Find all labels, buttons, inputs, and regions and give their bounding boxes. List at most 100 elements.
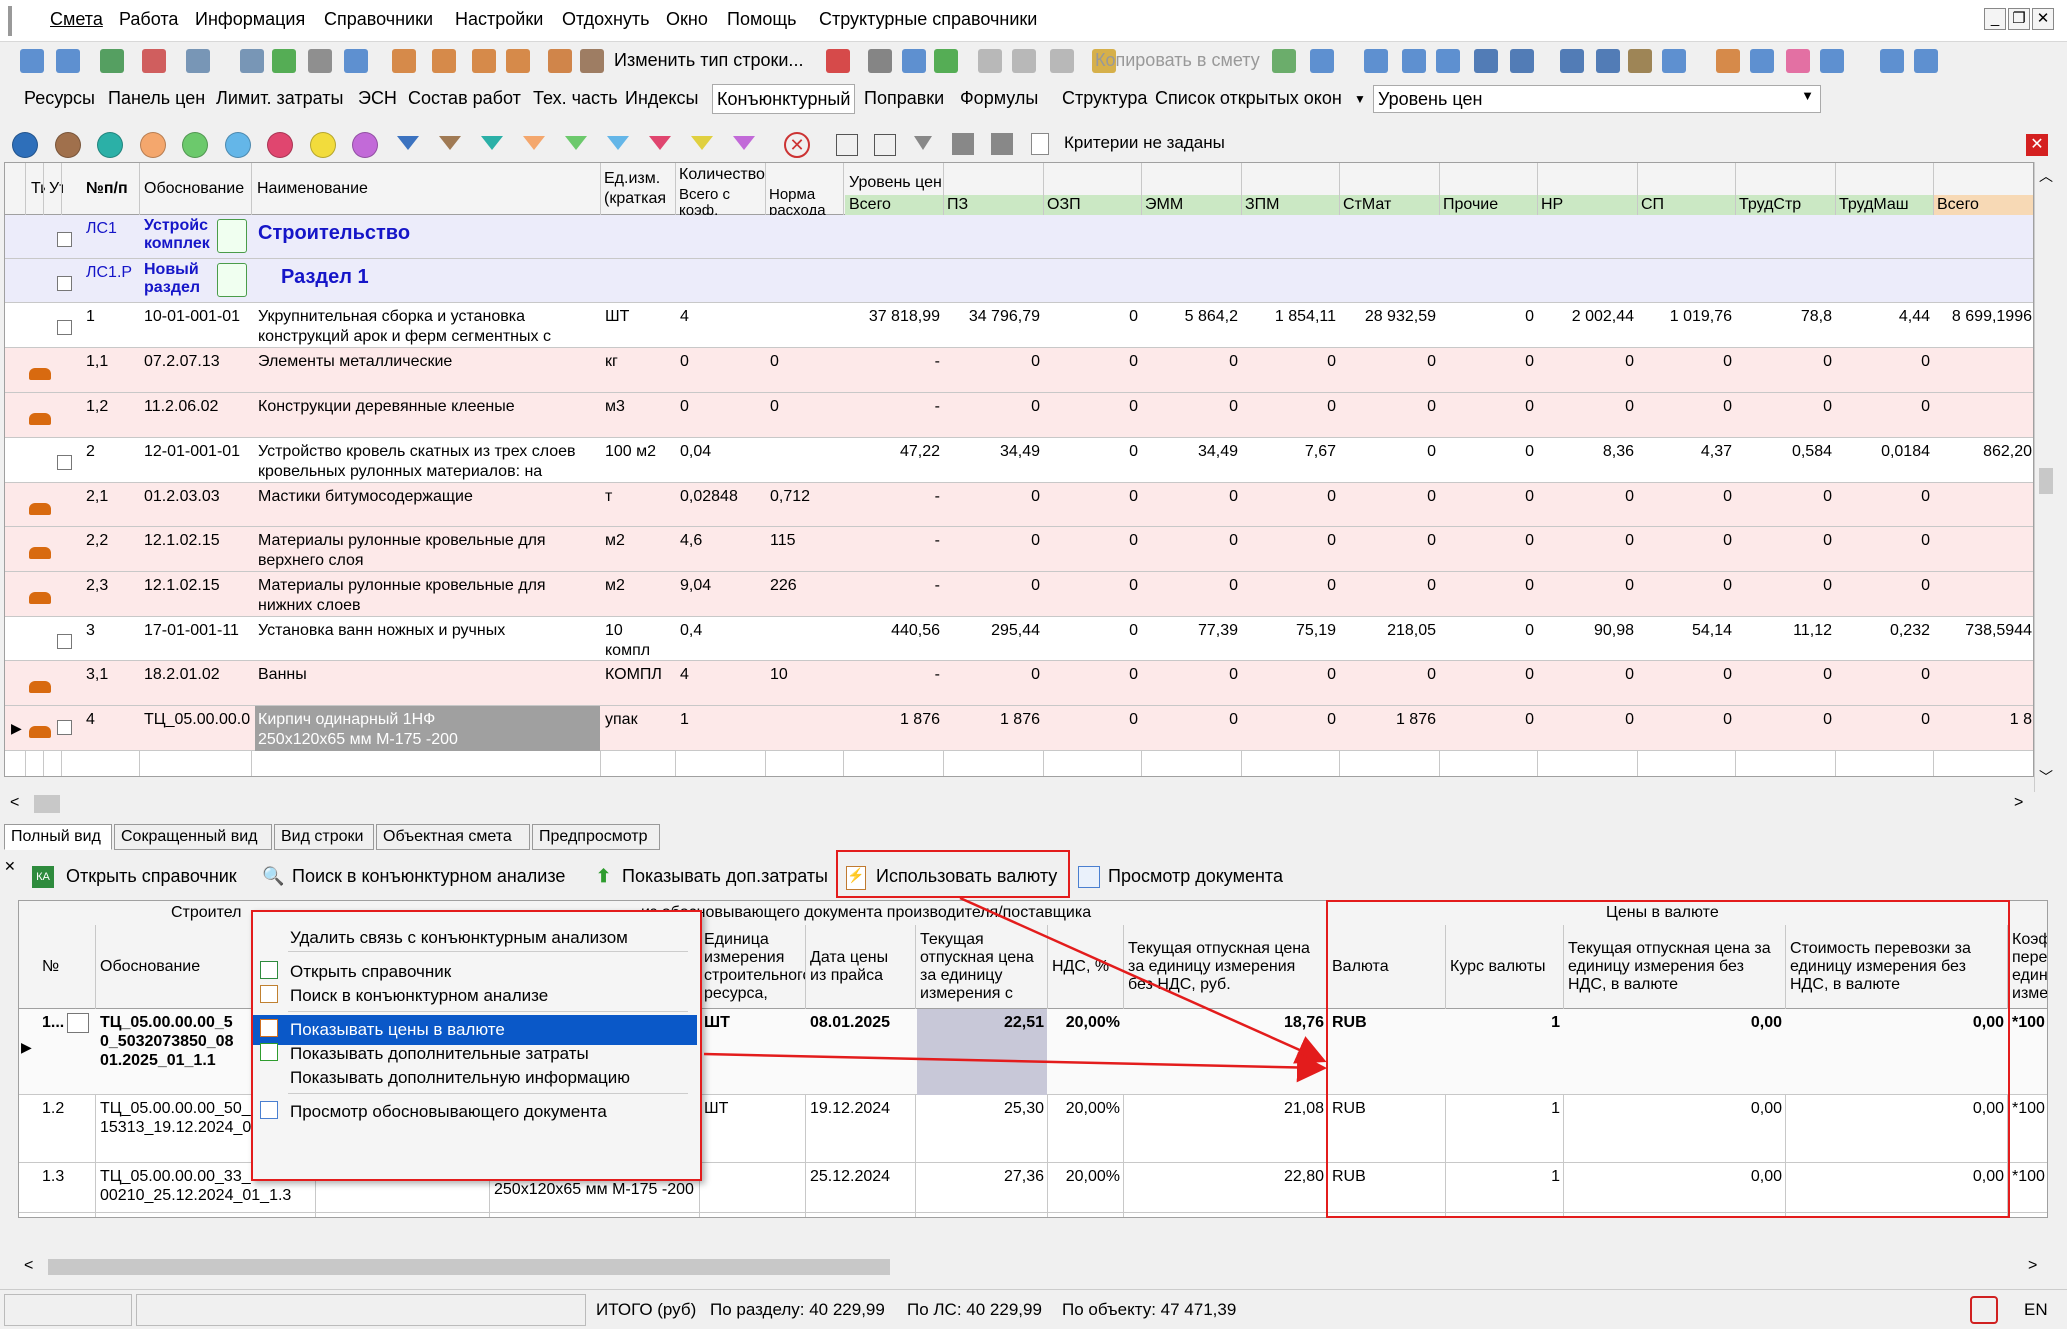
- toolbar-icon-13[interactable]: [548, 49, 572, 73]
- col-header-qty-norm[interactable]: Норма расхода: [765, 187, 843, 215]
- toolbar-icon-27[interactable]: [1436, 49, 1460, 73]
- col-header-11[interactable]: Всего: [1933, 195, 2033, 217]
- toolbar-icon-6[interactable]: [272, 49, 296, 73]
- row-checkbox[interactable]: [57, 276, 72, 291]
- row-checkbox[interactable]: [57, 320, 72, 335]
- menu-item-8[interactable]: Структурные справочники: [819, 9, 1037, 30]
- menu-item-6[interactable]: Окно: [666, 9, 708, 30]
- table-row[interactable]: 2 12-01-001-01 Устройство кровель скатных …: [5, 438, 2033, 483]
- color-filter-circle-8[interactable]: [352, 132, 378, 158]
- table-row[interactable]: 3 17-01-001-11 Установка ванн ножных и руч…: [5, 617, 2033, 661]
- color-filter-circle-3[interactable]: [139, 132, 166, 158]
- minimize-icon[interactable]: _: [1984, 8, 2006, 30]
- toolbar-icon-28[interactable]: [1474, 49, 1498, 73]
- toolbar-icon-19[interactable]: [978, 49, 1002, 73]
- toolbar-icon-18[interactable]: [934, 49, 958, 73]
- lower-scroll-left-icon[interactable]: <: [24, 1257, 33, 1275]
- toolbar-icon-30[interactable]: [1560, 49, 1584, 73]
- show-extra-costs-button[interactable]: Показывать доп.затраты: [622, 866, 828, 887]
- col-header-0[interactable]: Всего: [845, 195, 943, 217]
- copy-to-estimate-button[interactable]: Копировать в смету: [1095, 50, 1260, 71]
- scroll-right-icon[interactable]: >: [2014, 794, 2023, 812]
- vertical-scrollbar[interactable]: ︿ ﹀: [2034, 162, 2058, 792]
- toolbar-icon-4[interactable]: [186, 49, 210, 73]
- col-header-7[interactable]: НР: [1537, 195, 1637, 217]
- close-icon[interactable]: ✕: [2032, 8, 2054, 30]
- toolbar-icon-1[interactable]: [56, 49, 80, 73]
- menu-item-4[interactable]: Настройки: [455, 9, 543, 30]
- tab-0[interactable]: Ресурсы: [24, 88, 95, 109]
- close-panel-icon[interactable]: ✕: [4, 858, 16, 875]
- open-windows-chevron-icon[interactable]: ▼: [1354, 92, 1366, 106]
- tab-5[interactable]: Тех. часть: [533, 88, 618, 109]
- tab-2[interactable]: Лимит. затраты: [216, 88, 343, 109]
- scroll-left-icon[interactable]: <: [10, 794, 19, 812]
- toolbar-icon-29[interactable]: [1510, 49, 1534, 73]
- table-row[interactable]: 2,1 01.2.03.03 Мастики битумосодержащие т 0,…: [5, 483, 2033, 527]
- toolbar-icon-35[interactable]: [1750, 49, 1774, 73]
- table-row[interactable]: 2,2 12.1.02.15 Материалы рулонные кровельн…: [5, 527, 2033, 572]
- toolbar-icon-17[interactable]: [902, 49, 926, 73]
- table-row[interactable]: 1,1 07.2.07.13 Элементы металлические кг 0 0 -…: [5, 348, 2033, 393]
- color-filter-circle-4[interactable]: [182, 132, 208, 158]
- tab-9[interactable]: Формулы: [960, 88, 1038, 109]
- toolbar-icon-15[interactable]: [826, 49, 850, 73]
- toolbar-icon-33[interactable]: [1662, 49, 1686, 73]
- toolbar-icon-34[interactable]: [1716, 49, 1740, 73]
- menu-item-1[interactable]: Работа: [119, 9, 178, 30]
- tab-1[interactable]: Панель цен: [108, 88, 205, 109]
- toolbar-icon-37[interactable]: [1820, 49, 1844, 73]
- view-tab-4[interactable]: Предпросмотр: [532, 824, 660, 850]
- menu-item-2[interactable]: Информация: [195, 9, 305, 30]
- group-icon[interactable]: [836, 134, 858, 156]
- toolbar-icon-23[interactable]: [1272, 49, 1296, 73]
- view-tab-1[interactable]: Сокращенный вид: [114, 824, 272, 850]
- change-row-type-button[interactable]: Изменить тип строки...: [614, 50, 803, 71]
- tab-8[interactable]: Поправки: [864, 88, 944, 109]
- restore-icon[interactable]: ❐: [2008, 8, 2030, 30]
- scroll-down-icon[interactable]: ﹀: [2039, 767, 2053, 787]
- col-header-4[interactable]: ЗПМ: [1241, 195, 1339, 217]
- color-filter-circle-7[interactable]: [309, 132, 336, 158]
- table-row[interactable]: 1 10-01-001-01 Укрупнительная сборка и уст…: [5, 303, 2033, 348]
- horizontal-scrollbar[interactable]: < >: [4, 792, 2034, 816]
- toolbar-icon-20[interactable]: [1012, 49, 1036, 73]
- col-header-5[interactable]: СтМат: [1339, 195, 1439, 217]
- toolbar-icon-26[interactable]: [1402, 49, 1426, 73]
- col-header-price-level[interactable]: Уровень цен: [845, 173, 1245, 193]
- hscroll-thumb[interactable]: [34, 795, 60, 813]
- funnel-filter-icon-5[interactable]: [607, 136, 629, 150]
- tab-7[interactable]: Конъюнктурный: [712, 84, 856, 114]
- toolbar-icon-11[interactable]: [472, 49, 496, 73]
- toolbar-icon-16[interactable]: [868, 49, 892, 73]
- table-row[interactable]: 1,2 11.2.06.02 Конструкции деревянные клее…: [5, 393, 2033, 438]
- toolbar-icon-5[interactable]: [240, 49, 264, 73]
- filter-icon[interactable]: [914, 136, 932, 150]
- row-checkbox[interactable]: [57, 232, 72, 247]
- color-filter-circle-6[interactable]: [267, 132, 293, 158]
- table-row[interactable]: ЛС1.Р Новый раздел Раздел 1: [5, 259, 2033, 303]
- toolbar-icon-12[interactable]: [506, 49, 530, 73]
- toolbar-icon-36[interactable]: [1786, 49, 1810, 73]
- col-header-2[interactable]: ОЗП: [1043, 195, 1141, 217]
- toolbar-icon-31[interactable]: [1596, 49, 1620, 73]
- toolbar-icon-25[interactable]: [1364, 49, 1388, 73]
- toolbar-icon-7[interactable]: [308, 49, 332, 73]
- table-row[interactable]: ▶ 4 ТЦ_05.00.00.0 Кирпич одинарный 1НФ 250x…: [5, 706, 2033, 751]
- price-level-select[interactable]: Уровень цен ▼: [1373, 85, 1821, 113]
- tab-10[interactable]: Структура: [1062, 88, 1147, 109]
- tab-3[interactable]: ЭСН: [358, 88, 397, 109]
- toolbar-icon-3[interactable]: [142, 49, 166, 73]
- lower-scroll-right-icon[interactable]: >: [2028, 1257, 2037, 1275]
- toolbar-icon-39[interactable]: [1914, 49, 1938, 73]
- view-tab-2[interactable]: Вид строки: [274, 824, 374, 850]
- clear-filter-icon[interactable]: ✕: [784, 132, 810, 158]
- row-checkbox[interactable]: [57, 634, 72, 649]
- funnel-filter-icon-6[interactable]: [649, 136, 671, 150]
- menu-item-0[interactable]: Смета: [50, 9, 103, 30]
- col-header-qty-total[interactable]: Всего с коэф.: [675, 187, 763, 215]
- col-header-unit[interactable]: Ед.изм. (краткая: [600, 169, 672, 213]
- tab-11[interactable]: Список открытых окон: [1155, 88, 1342, 109]
- ungroup-icon[interactable]: [874, 134, 896, 156]
- col-header-1[interactable]: ПЗ: [943, 195, 1043, 217]
